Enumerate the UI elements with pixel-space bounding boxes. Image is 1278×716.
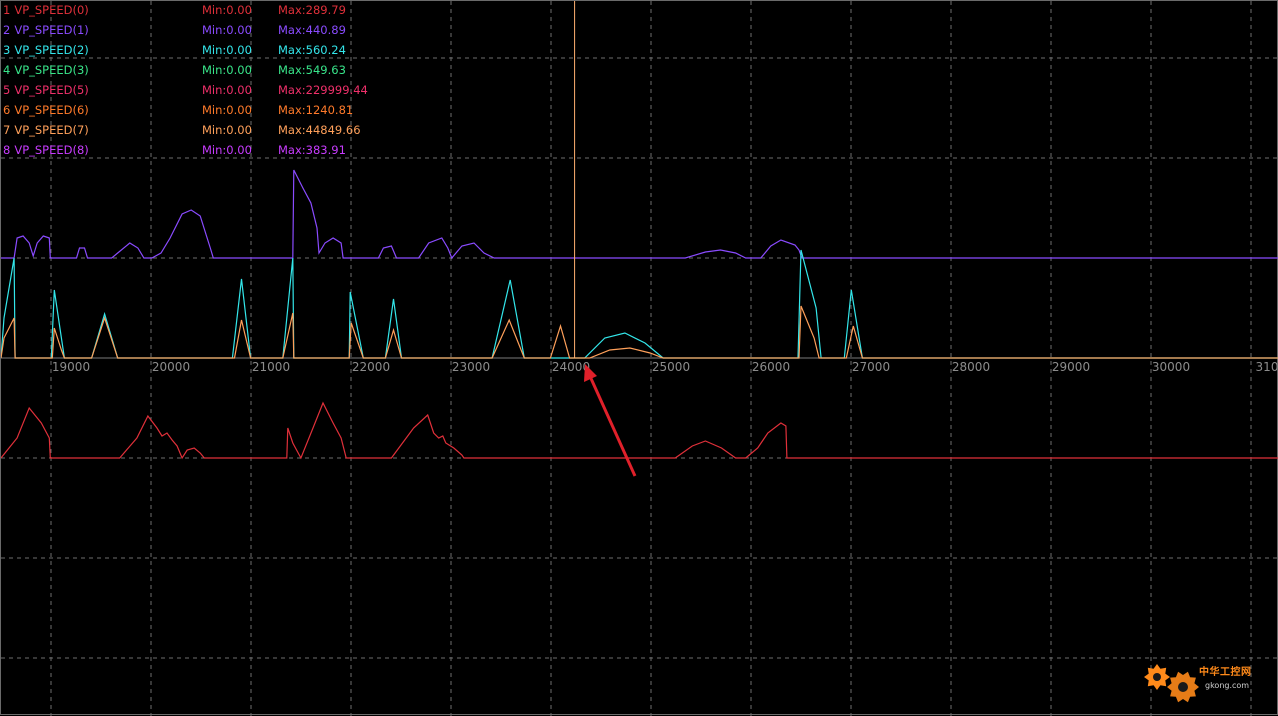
gear-icon xyxy=(1144,664,1199,703)
x-tick-label: 310 xyxy=(1256,360,1278,374)
x-axis-ticks: 19000 20000 21000 22000 23000 24000 25000 26000… xyxy=(52,360,1278,374)
legend-channel-name: 5 VP_SPEED(5) xyxy=(3,81,89,99)
legend-channel-label: VP_SPEED(0) xyxy=(14,3,89,17)
legend-channel-label: VP_SPEED(8) xyxy=(14,143,89,157)
legend-channel-number: 1 xyxy=(3,3,11,17)
legend-max-value: Max:560.24 xyxy=(278,43,346,57)
legend-min-value: Min:0.00 xyxy=(202,23,252,37)
legend-channel-number: 5 xyxy=(3,83,11,97)
legend-channel-number: 3 xyxy=(3,43,11,57)
x-tick-label: 22000 xyxy=(352,360,390,374)
legend-channel-number: 2 xyxy=(3,23,11,37)
trace-lines xyxy=(1,169,1278,460)
legend-min-value: Min:0.00 xyxy=(202,63,252,77)
legend-channel-name: 3 VP_SPEED(2) xyxy=(3,41,89,59)
watermark: 中华工控网 gkong.com xyxy=(1135,655,1275,711)
legend-max-value: Max:229999.44 xyxy=(278,83,368,97)
legend-channel-name: 6 VP_SPEED(6) xyxy=(3,101,89,119)
watermark-text: 中华工控网 xyxy=(1199,667,1252,678)
legend-channel-label: VP_SPEED(2) xyxy=(14,43,89,57)
x-tick-label: 23000 xyxy=(452,360,490,374)
scope-plot[interactable]: 19000 20000 21000 22000 23000 24000 25000 26000… xyxy=(1,1,1278,716)
legend-min-value: Min:0.00 xyxy=(202,3,252,17)
legend-channel-number: 4 xyxy=(3,63,11,77)
legend-max-value: Max:440.89 xyxy=(278,23,346,37)
legend-channel-name: 2 VP_SPEED(1) xyxy=(3,21,89,39)
legend-max-value: Max:549.63 xyxy=(278,63,346,77)
legend-channel-number: 7 xyxy=(3,123,11,137)
legend-channel-number: 8 xyxy=(3,143,11,157)
x-tick-label: 27000 xyxy=(852,360,890,374)
annotation-arrow xyxy=(584,364,637,477)
x-tick-label: 28000 xyxy=(952,360,990,374)
legend-min-value: Min:0.00 xyxy=(202,143,252,157)
legend-channel-label: VP_SPEED(1) xyxy=(14,23,89,37)
legend-channel-label: VP_SPEED(3) xyxy=(14,63,89,77)
x-tick-label: 21000 xyxy=(252,360,290,374)
legend-channel-name: 1 VP_SPEED(0) xyxy=(3,1,89,19)
legend-channel-label: VP_SPEED(6) xyxy=(14,103,89,117)
x-tick-label: 20000 xyxy=(152,360,190,374)
arrow-shaft xyxy=(587,373,637,477)
legend-min-value: Min:0.00 xyxy=(202,103,252,117)
legend-channel-number: 6 xyxy=(3,103,11,117)
scope-window: 19000 20000 21000 22000 23000 24000 25000 26000… xyxy=(0,0,1278,716)
legend-channel-name: 4 VP_SPEED(3) xyxy=(3,61,89,79)
legend-channel-name: 7 VP_SPEED(7) xyxy=(3,121,89,139)
x-tick-label: 25000 xyxy=(652,360,690,374)
legend-max-value: Max:383.91 xyxy=(278,143,346,157)
legend-max-value: Max:44849.66 xyxy=(278,123,361,137)
trace-vp-speed0 xyxy=(1,401,1278,460)
legend-channel-label: VP_SPEED(5) xyxy=(14,83,89,97)
x-tick-label: 24000 xyxy=(552,360,590,374)
legend-min-value: Min:0.00 xyxy=(202,123,252,137)
trace-vp-speed7 xyxy=(1,305,1278,359)
gear-hub xyxy=(1153,673,1161,681)
trace-vp-speed1 xyxy=(1,169,1278,260)
x-tick-label: 26000 xyxy=(752,360,790,374)
trace-vp-speed2 xyxy=(1,249,1278,359)
legend-max-value: Max:289.79 xyxy=(278,3,346,17)
legend-min-value: Min:0.00 xyxy=(202,83,252,97)
legend-min-value: Min:0.00 xyxy=(202,43,252,57)
x-tick-label: 19000 xyxy=(52,360,90,374)
x-tick-label: 29000 xyxy=(1052,360,1090,374)
watermark-url: gkong.com xyxy=(1205,681,1250,690)
gear-hub xyxy=(1178,682,1188,692)
x-tick-label: 30000 xyxy=(1152,360,1190,374)
legend-max-value: Max:1240.81 xyxy=(278,103,354,117)
legend-channel-label: VP_SPEED(7) xyxy=(14,123,89,137)
legend-channel-name: 8 VP_SPEED(8) xyxy=(3,141,89,159)
